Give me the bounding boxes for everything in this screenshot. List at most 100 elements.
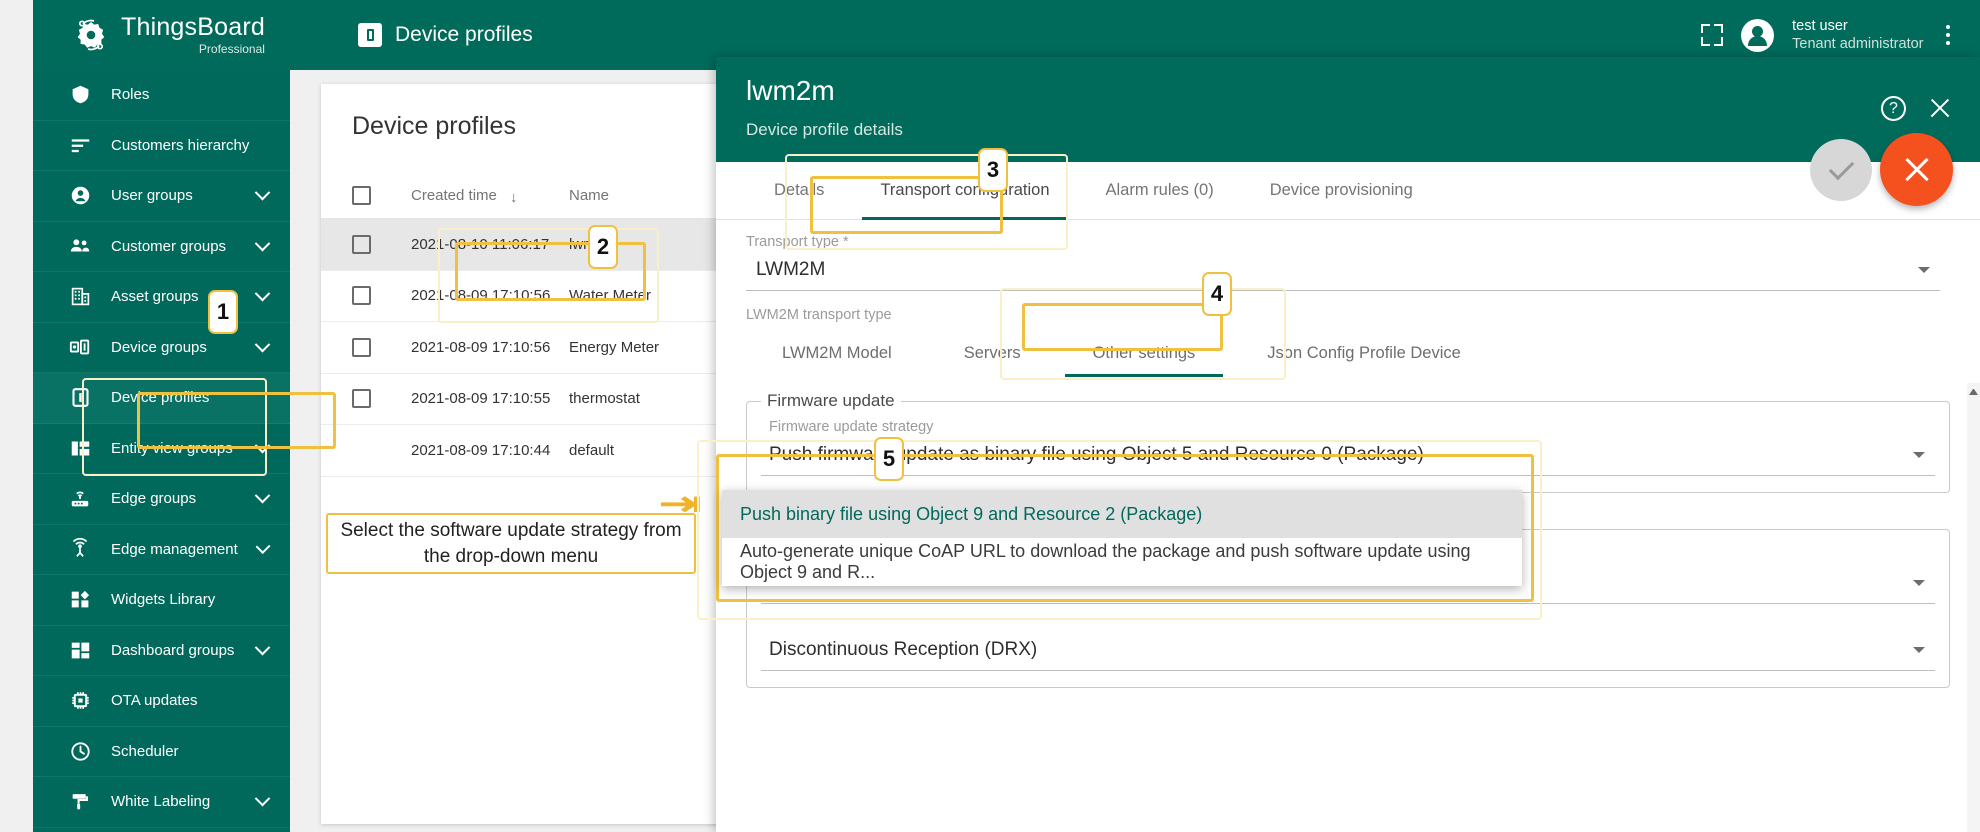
- subtab-json-config-profile-device[interactable]: Json Config Profile Device: [1231, 323, 1497, 383]
- tab-alarm-rules[interactable]: Alarm rules (0): [1078, 162, 1242, 220]
- sidebar-item-label: Roles: [111, 86, 150, 104]
- subtab-servers[interactable]: Servers: [928, 323, 1057, 383]
- cell-created-time: 2021-08-09 17:10:56: [411, 287, 551, 305]
- panel-scrollbar[interactable]: [1967, 383, 1980, 832]
- user-icon: [69, 185, 91, 207]
- sidebar-item-user-groups[interactable]: User groups: [33, 171, 290, 222]
- dashboard-icon: [69, 639, 91, 661]
- chevron-down-icon[interactable]: [1913, 452, 1925, 458]
- sidebar-item-label: White Labeling: [111, 793, 211, 811]
- panel-header: lwm2m Device profile details ?: [716, 57, 1980, 162]
- close-fab-button[interactable]: [1880, 133, 1953, 206]
- help-icon[interactable]: ?: [1881, 96, 1906, 121]
- sidebar-item-label: Customer groups: [111, 237, 227, 255]
- sidebar-item-label: Edge groups: [111, 490, 197, 508]
- sidebar-item-device-groups[interactable]: Device groups: [33, 323, 290, 373]
- tab-details[interactable]: Details: [746, 162, 852, 220]
- sort-descending-icon[interactable]: ↓: [510, 189, 518, 206]
- device-profile-icon: [358, 23, 382, 47]
- router-icon: [69, 488, 91, 510]
- building-icon: [69, 286, 91, 308]
- drx-select[interactable]: Discontinuous Reception (DRX): [761, 630, 1935, 671]
- chevron-down-icon[interactable]: [254, 336, 271, 353]
- thingsboard-logo-icon: [71, 15, 111, 55]
- sidebar-item-customer-groups[interactable]: Customer groups: [33, 222, 290, 272]
- scroll-up-icon[interactable]: [1969, 386, 1978, 395]
- page-header: Device profiles: [358, 23, 533, 47]
- sidebar-item-ota-updates[interactable]: OTA updates: [33, 676, 290, 727]
- chevron-down-icon[interactable]: [255, 538, 271, 554]
- subtab-lwm2m-model[interactable]: LWM2M Model: [746, 323, 928, 383]
- brand-edition: Professional: [198, 42, 265, 56]
- sidebar-item-white-labeling[interactable]: White Labeling: [33, 777, 290, 828]
- sidebar-item-label: Widgets Library: [111, 591, 216, 609]
- dropdown-option[interactable]: Auto-generate unique CoAP URL to downloa…: [722, 538, 1522, 586]
- firmware-update-strategy-select[interactable]: Push firmware update as binary file usin…: [761, 435, 1935, 476]
- transport-type-value[interactable]: LWM2M: [746, 250, 1940, 291]
- confirm-fab-button[interactable]: [1810, 139, 1872, 201]
- sidebar-item-label: Edge management: [111, 540, 238, 558]
- dropdown-option[interactable]: Push binary file using Object 9 and Reso…: [722, 490, 1522, 538]
- drx-value: Discontinuous Reception (DRX): [769, 639, 1038, 660]
- chevron-down-icon[interactable]: [254, 235, 271, 252]
- row-checkbox[interactable]: [352, 389, 371, 409]
- panel-subtitle: Device profile details: [746, 120, 903, 139]
- avatar[interactable]: [1741, 18, 1775, 52]
- firmware-update-fieldset: Firmware update Firmware update strategy…: [746, 391, 1950, 493]
- sidebar-item-edge-management[interactable]: Edge management: [33, 525, 290, 575]
- sidebar-item-dashboard-groups[interactable]: Dashboard groups: [33, 626, 290, 676]
- sidebar-item-label: Customers hierarchy: [111, 136, 250, 154]
- sidebar-item-label: Entity view groups: [111, 439, 233, 457]
- chevron-down-icon[interactable]: [254, 791, 271, 807]
- lwm2m-transport-type-group: LWM2M transport type: [716, 291, 1980, 323]
- user-role: Tenant administrator: [1792, 36, 1924, 52]
- sidebar-item-label: Device profiles: [111, 389, 210, 407]
- sidebar: Roles Customers hierarchy User groups Cu…: [33, 70, 290, 832]
- sidebar-item-edge-groups[interactable]: Edge groups: [33, 474, 290, 525]
- step-badge-3: 3: [978, 148, 1008, 192]
- fullscreen-icon[interactable]: [1701, 24, 1724, 46]
- chevron-down-icon[interactable]: [254, 437, 271, 454]
- chevron-down-icon[interactable]: [254, 286, 271, 302]
- user-info[interactable]: test user Tenant administrator: [1792, 17, 1923, 53]
- user-name: test user: [1792, 17, 1848, 34]
- sidebar-item-scheduler[interactable]: Scheduler: [33, 727, 290, 777]
- transport-type-field[interactable]: Transport type * LWM2M: [716, 220, 1980, 291]
- subtab-other-settings[interactable]: Other settings: [1057, 323, 1232, 383]
- sidebar-item-entity-view-groups[interactable]: Entity view groups: [33, 424, 290, 474]
- row-checkbox[interactable]: [352, 286, 371, 306]
- row-checkbox[interactable]: [352, 234, 371, 254]
- clock-icon: [69, 740, 91, 762]
- device-profile-icon: [69, 387, 91, 409]
- hint-callout: Select the software update strategy from…: [326, 513, 696, 574]
- device-icon: [69, 336, 91, 358]
- sidebar-item-device-profiles[interactable]: Device profiles: [33, 373, 290, 424]
- chevron-down-icon[interactable]: [1913, 580, 1925, 586]
- chevron-down-icon[interactable]: [254, 185, 271, 201]
- step-badge-4: 4: [1202, 272, 1232, 316]
- software-update-strategy-dropdown[interactable]: Push binary file using Object 9 and Reso…: [722, 490, 1522, 586]
- page-title: Device profiles: [395, 23, 533, 46]
- column-header-created-time[interactable]: Created time ↓: [411, 187, 569, 206]
- paint-roller-icon: [69, 791, 91, 813]
- chevron-down-icon[interactable]: [254, 488, 271, 504]
- step-badge-1: 1: [208, 290, 238, 334]
- sidebar-item-widgets-library[interactable]: Widgets Library: [33, 575, 290, 626]
- sidebar-item-label: Scheduler: [111, 742, 179, 760]
- close-icon[interactable]: [1927, 95, 1953, 121]
- panel-title: lwm2m: [746, 75, 835, 106]
- brand-logo[interactable]: ThingsBoard Professional: [33, 0, 322, 70]
- tab-transport-configuration[interactable]: Transport configuration: [852, 162, 1077, 220]
- select-all-checkbox[interactable]: [352, 185, 371, 205]
- chevron-down-icon[interactable]: [1918, 267, 1930, 273]
- tab-device-provisioning[interactable]: Device provisioning: [1242, 162, 1441, 220]
- chevron-down-icon[interactable]: [254, 639, 271, 656]
- more-vertical-icon[interactable]: [1942, 21, 1955, 50]
- row-checkbox[interactable]: [352, 337, 371, 357]
- sidebar-item-asset-groups[interactable]: Asset groups: [33, 272, 290, 323]
- chevron-down-icon[interactable]: [1913, 647, 1925, 653]
- sidebar-item-customers-hierarchy[interactable]: Customers hierarchy: [33, 121, 290, 171]
- widgets-icon: [69, 589, 91, 611]
- sidebar-item-roles[interactable]: Roles: [33, 70, 290, 121]
- shield-icon: [69, 84, 91, 106]
